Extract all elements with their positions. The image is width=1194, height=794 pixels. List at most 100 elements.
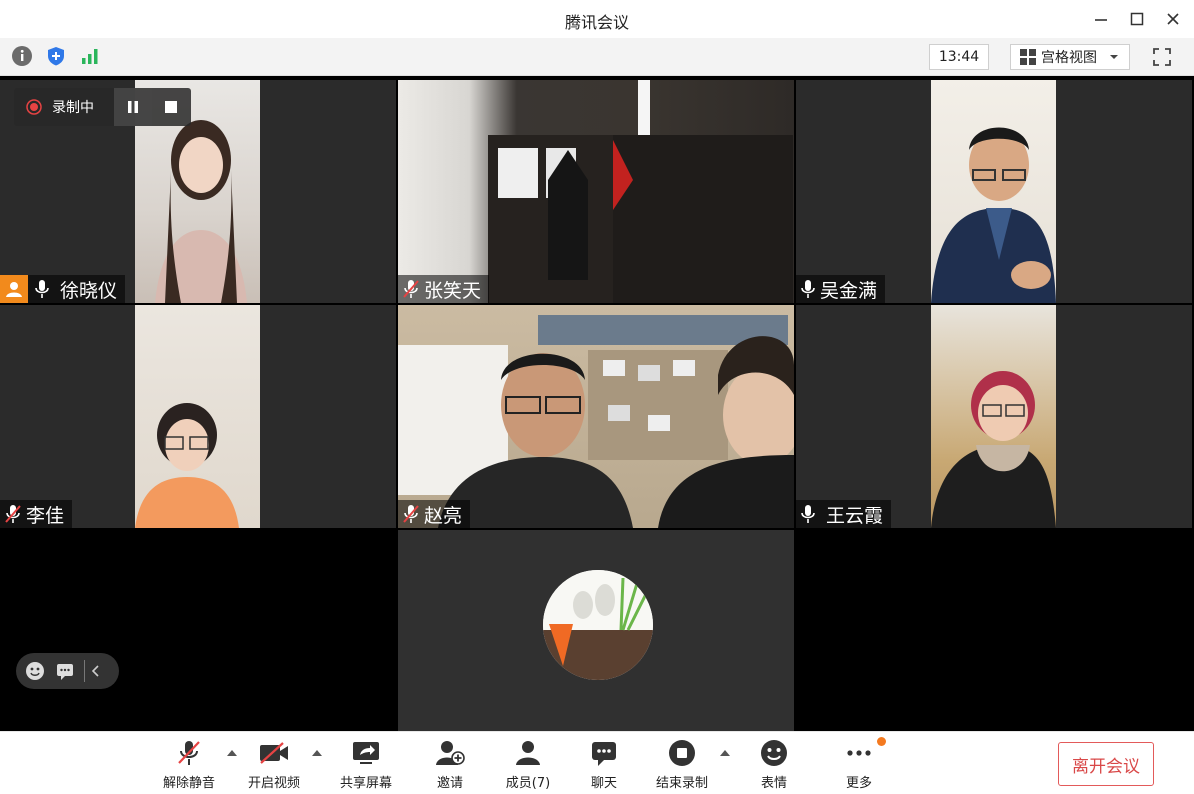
members-button[interactable]: 成员(7): [488, 738, 568, 792]
carrot-rabbit-avatar-icon: [543, 570, 653, 680]
video-grid: 录制中 徐晓仪 张笑天 吴金满 李佳 赵亮 王云霞: [0, 76, 1194, 731]
name-tag: 王云霞: [796, 500, 892, 528]
members-label: 成员(7): [505, 776, 551, 791]
info-icon[interactable]: [10, 44, 34, 68]
video-tile-wu[interactable]: 吴金满: [796, 80, 1192, 303]
recording-options-caret-icon[interactable]: [719, 748, 731, 758]
grid-view-icon: [1020, 49, 1036, 65]
host-icon: [0, 275, 28, 303]
pause-icon: [128, 101, 138, 113]
invite-label: 邀请: [436, 776, 463, 791]
microphone-icon: [801, 505, 815, 523]
chat-icon: [587, 738, 621, 768]
participant-video: [398, 80, 794, 303]
camera-off-icon: [257, 738, 291, 768]
office-scene: [398, 315, 794, 528]
recording-bar: 录制中: [14, 88, 191, 126]
participant-name: 张笑天: [424, 279, 482, 302]
view-mode-label: 宫格视图: [1041, 50, 1097, 66]
chevron-left-icon[interactable]: [84, 660, 106, 682]
start-video-button[interactable]: 开启视频: [234, 738, 314, 792]
floating-mini-bar: [16, 653, 119, 689]
recording-status: 录制中: [14, 97, 114, 117]
recording-label: 录制中: [52, 100, 94, 116]
room-scene: [488, 80, 793, 303]
record-dot-icon: [26, 99, 42, 115]
participant-name: 王云霞: [826, 504, 884, 527]
smile-icon: [757, 738, 791, 768]
video-tile-zhao[interactable]: 赵亮: [398, 305, 794, 528]
meeting-clock: 13:44: [929, 44, 989, 70]
shield-icon[interactable]: [44, 44, 68, 68]
stop-icon: [165, 101, 177, 113]
empty-tile-left: [0, 530, 396, 731]
signal-strength-icon[interactable]: [78, 44, 102, 68]
person-silhouette: [931, 127, 1056, 303]
chat-label: 聊天: [590, 776, 617, 791]
share-screen-button[interactable]: 共享屏幕: [326, 738, 406, 792]
meeting-toolbar: 13:44 宫格视图: [0, 38, 1194, 76]
person-silhouette: [931, 371, 1056, 528]
more-button[interactable]: 更多: [819, 738, 899, 792]
end-recording-button[interactable]: 结束录制: [642, 738, 722, 792]
participant-video: [135, 305, 260, 528]
empty-tile-right: [796, 530, 1192, 731]
stop-record-icon: [665, 738, 699, 768]
microphone-icon: [801, 280, 815, 298]
name-tag: 吴金满: [796, 275, 886, 303]
participant-video: [931, 305, 1056, 528]
participant-avatar: [543, 570, 653, 680]
danmaku-icon[interactable]: [54, 660, 76, 682]
microphone-muted-icon: [5, 505, 21, 523]
fullscreen-icon[interactable]: [1149, 44, 1175, 70]
video-tile-zhang[interactable]: 张笑天: [398, 80, 794, 303]
more-dots-icon: [842, 738, 876, 768]
participant-video: [398, 305, 794, 528]
microphone-icon: [35, 280, 49, 298]
members-icon: [511, 738, 545, 768]
name-tag: 张笑天: [398, 275, 490, 303]
participant-name: 吴金满: [820, 279, 878, 302]
chevron-down-icon: [1110, 55, 1118, 59]
name-tag: 李佳: [0, 500, 73, 528]
more-label: 更多: [845, 776, 872, 791]
meeting-controls: 解除静音 开启视频 共享屏幕 邀请 成员(7) 聊天 结束录制 表情 更多 离开…: [0, 731, 1194, 794]
person-silhouette: [135, 403, 239, 528]
video-tile-wang[interactable]: 王云霞: [796, 305, 1192, 528]
microphone-muted-icon: [403, 280, 419, 298]
pause-recording-button[interactable]: [114, 88, 152, 126]
unmute-button[interactable]: 解除静音: [149, 738, 229, 792]
video-tile-xu[interactable]: 录制中 徐晓仪: [0, 80, 396, 303]
microphone-muted-icon: [172, 738, 206, 768]
minimize-icon[interactable]: [1089, 8, 1113, 30]
notification-dot: [877, 737, 886, 746]
start-video-label: 开启视频: [247, 776, 300, 791]
view-mode-dropdown[interactable]: 宫格视图: [1010, 44, 1130, 70]
share-screen-icon: [349, 738, 383, 768]
emoji-icon[interactable]: [24, 660, 46, 682]
maximize-icon[interactable]: [1125, 8, 1149, 30]
video-tile-li[interactable]: 李佳: [0, 305, 396, 528]
chat-button[interactable]: 聊天: [564, 738, 644, 792]
name-tag: 徐晓仪: [0, 275, 126, 303]
video-options-caret-icon[interactable]: [311, 748, 323, 758]
microphone-muted-icon: [403, 505, 419, 523]
participant-name: 徐晓仪: [60, 279, 118, 302]
share-screen-label: 共享屏幕: [339, 776, 392, 791]
name-tag: 赵亮: [398, 500, 471, 528]
participant-name: 赵亮: [424, 504, 463, 527]
add-user-icon: [433, 738, 467, 768]
title-bar: 腾讯会议: [0, 0, 1194, 38]
leave-meeting-button[interactable]: 离开会议: [1058, 742, 1154, 786]
participant-video: [931, 80, 1056, 303]
reactions-button[interactable]: 表情: [734, 738, 814, 792]
participant-name: 李佳: [26, 504, 65, 527]
invite-button[interactable]: 邀请: [410, 738, 490, 792]
unmute-label: 解除静音: [162, 776, 215, 791]
video-tile-avatar[interactable]: [398, 530, 794, 731]
reactions-label: 表情: [760, 776, 787, 791]
window-title: 腾讯会议: [564, 13, 629, 32]
stop-recording-button[interactable]: [152, 88, 190, 126]
close-icon[interactable]: [1161, 8, 1185, 30]
end-recording-label: 结束录制: [655, 776, 708, 791]
